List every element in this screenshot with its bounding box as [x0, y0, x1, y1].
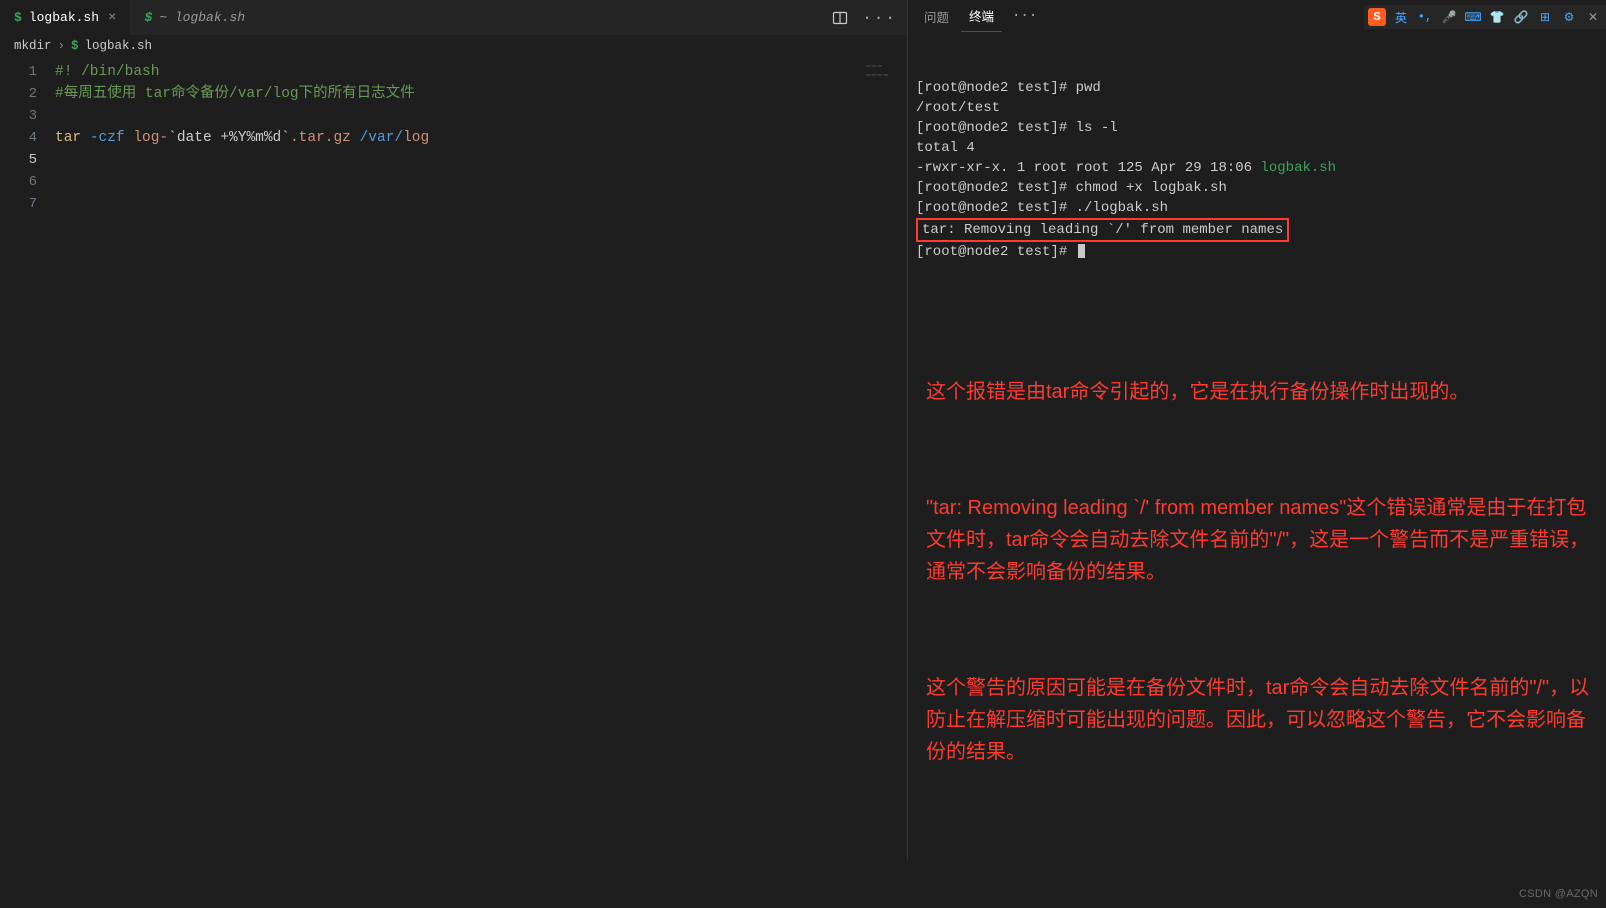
terminal-line: [root@node2 test]# ./logbak.sh — [916, 198, 1600, 218]
annotation-p3: 这个警告的原因可能是在备份文件时，tar命令会自动去除文件名前的"/"，以防止在… — [926, 672, 1590, 768]
tab-terminal[interactable]: 终端 — [961, 0, 1002, 32]
watermark: CSDN @AZQN — [1519, 884, 1598, 904]
tray-close-icon[interactable]: ✕ — [1584, 8, 1602, 26]
terminal-line: /root/test — [916, 98, 1600, 118]
keyboard-icon[interactable]: ⌨ — [1464, 8, 1482, 26]
terminal-line: tar: Removing leading `/' from member na… — [916, 218, 1600, 242]
terminal-pane: 问题 终端 ··· ▾ 1: ssh S 英 •, 🎤 ⌨ 👕 🔗 ⊞ ⚙ ✕ … — [908, 0, 1606, 860]
editor-body[interactable]: 1234567 #! /bin/bash#每周五使用 tar命令备份/var/l… — [0, 57, 907, 860]
editor-tabbar: $ logbak.sh × $ ~ logbak.sh ··· — [0, 0, 907, 35]
tab-label: logbak.sh — [29, 10, 99, 25]
error-highlight: tar: Removing leading `/' from member na… — [916, 218, 1289, 242]
split-editor-icon[interactable] — [832, 10, 848, 26]
sogou-ime-icon[interactable]: S — [1368, 8, 1386, 26]
tabbar-actions: ··· — [832, 9, 907, 27]
ime-lang-icon[interactable]: 英 — [1392, 8, 1410, 26]
breadcrumb-folder: mkdir — [14, 39, 52, 53]
link-icon[interactable]: 🔗 — [1512, 8, 1530, 26]
terminal-output[interactable]: [root@node2 test]# pwd/root/test[root@no… — [908, 32, 1606, 908]
tray-dot-icon[interactable]: •, — [1416, 8, 1434, 26]
terminal-line: [root@node2 test]# — [916, 242, 1600, 262]
code-area[interactable]: #! /bin/bash#每周五使用 tar命令备份/var/log下的所有日志… — [55, 57, 907, 860]
gear-icon[interactable]: ⚙ — [1560, 8, 1578, 26]
annotation-overlay: 这个报错是由tar命令引起的，它是在执行备份操作时出现的。 "tar: Remo… — [916, 302, 1600, 842]
terminal-line: [root@node2 test]# ls -l — [916, 118, 1600, 138]
breadcrumb-file: logbak.sh — [85, 39, 153, 53]
more-panels-icon[interactable]: ··· — [1006, 4, 1043, 28]
shell-file-icon: $ — [144, 10, 152, 25]
shell-file-icon: $ — [71, 39, 79, 53]
terminal-line: [root@node2 test]# chmod +x logbak.sh — [916, 178, 1600, 198]
minimap[interactable]: ▬▬▬▬▬▬▬ — [866, 61, 889, 79]
tab-label: ~ logbak.sh — [159, 10, 245, 25]
terminal-line: total 4 — [916, 138, 1600, 158]
chevron-right-icon: › — [58, 39, 66, 53]
terminal-line: [root@node2 test]# pwd — [916, 78, 1600, 98]
tab-problems[interactable]: 问题 — [916, 1, 957, 32]
windows-tray: S 英 •, 🎤 ⌨ 👕 🔗 ⊞ ⚙ ✕ — [1364, 5, 1606, 29]
more-actions-icon[interactable]: ··· — [862, 9, 897, 27]
mic-icon[interactable]: 🎤 — [1440, 8, 1458, 26]
panel-tabbar: 问题 终端 ··· ▾ 1: ssh S 英 •, 🎤 ⌨ 👕 🔗 ⊞ ⚙ ✕ — [908, 0, 1606, 32]
terminal-line: -rwxr-xr-x. 1 root root 125 Apr 29 18:06… — [916, 158, 1600, 178]
tab-home-logbak-sh[interactable]: $ ~ logbak.sh — [130, 0, 259, 35]
shirt-icon[interactable]: 👕 — [1488, 8, 1506, 26]
annotation-p2: "tar: Removing leading `/' from member n… — [926, 492, 1590, 588]
shell-file-icon: $ — [14, 10, 22, 25]
tab-logbak-sh[interactable]: $ logbak.sh × — [0, 0, 130, 35]
annotation-p1: 这个报错是由tar命令引起的，它是在执行备份操作时出现的。 — [926, 376, 1590, 408]
editor-pane: $ logbak.sh × $ ~ logbak.sh ··· mkdir › … — [0, 0, 908, 860]
breadcrumb[interactable]: mkdir › $ logbak.sh — [0, 35, 907, 57]
close-icon[interactable]: × — [108, 10, 116, 26]
apps-icon[interactable]: ⊞ — [1536, 8, 1554, 26]
line-number-gutter: 1234567 — [0, 57, 55, 860]
terminal-cursor — [1078, 244, 1085, 258]
